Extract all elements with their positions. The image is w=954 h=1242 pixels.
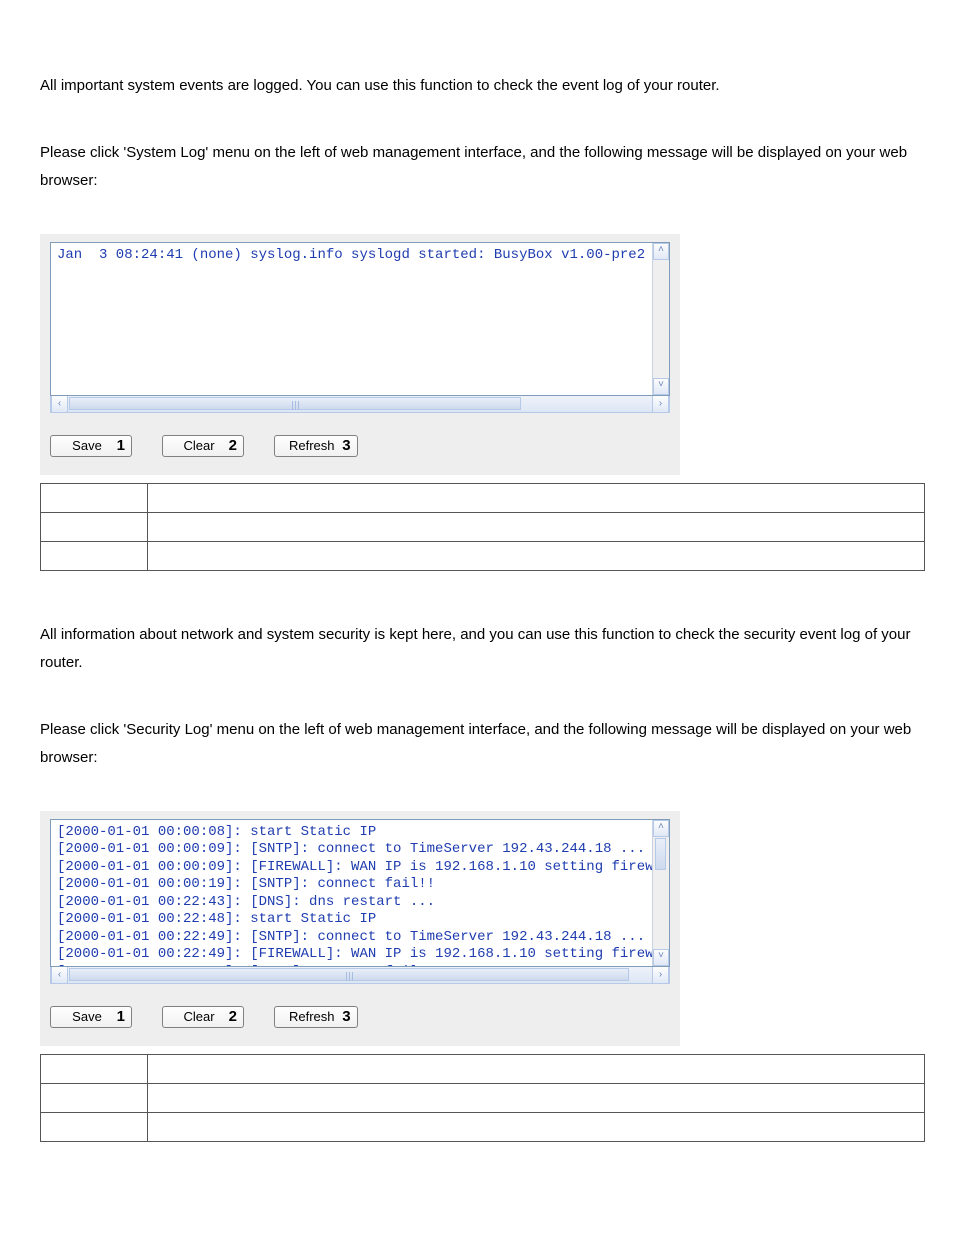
save-button[interactable]: Save 1 bbox=[50, 1006, 132, 1028]
scroll-right-icon[interactable]: › bbox=[652, 396, 669, 412]
horizontal-scrollbar[interactable]: ‹ › bbox=[50, 967, 670, 984]
scroll-left-icon[interactable]: ‹ bbox=[51, 967, 68, 983]
save-button-badge: 1 bbox=[117, 1007, 125, 1027]
clear-button-badge: 2 bbox=[229, 436, 237, 456]
refresh-button[interactable]: Refresh 3 bbox=[274, 1006, 358, 1028]
table-row bbox=[41, 483, 925, 512]
refresh-button-badge: 3 bbox=[342, 1007, 350, 1027]
security-log-intro: All information about network and system… bbox=[40, 621, 924, 678]
security-log-text[interactable]: [2000-01-01 00:00:08]: start Static IP [… bbox=[51, 820, 669, 966]
system-log-text[interactable]: Jan 3 08:24:41 (none) syslog.info syslog… bbox=[51, 243, 669, 395]
horizontal-scrollbar[interactable]: ‹ › bbox=[50, 396, 670, 413]
vertical-scrollbar[interactable]: ˄ ˅ bbox=[652, 243, 669, 395]
table-row bbox=[41, 1112, 925, 1141]
clear-button[interactable]: Clear 2 bbox=[162, 1006, 244, 1028]
table-row bbox=[41, 1054, 925, 1083]
scroll-right-icon[interactable]: › bbox=[652, 967, 669, 983]
system-log-instructions: Please click 'System Log' menu on the le… bbox=[40, 139, 924, 196]
vertical-scrollbar[interactable]: ˄ ˅ bbox=[652, 820, 669, 966]
scroll-left-icon[interactable]: ‹ bbox=[51, 396, 68, 412]
clear-button[interactable]: Clear 2 bbox=[162, 435, 244, 457]
refresh-button[interactable]: Refresh 3 bbox=[274, 435, 358, 457]
table-row bbox=[41, 541, 925, 570]
system-log-desc-table bbox=[40, 483, 925, 571]
horizontal-scroll-thumb[interactable] bbox=[69, 968, 629, 981]
scroll-up-icon[interactable]: ˄ bbox=[653, 243, 669, 260]
clear-button-label: Clear bbox=[183, 1009, 214, 1024]
save-button[interactable]: Save 1 bbox=[50, 435, 132, 457]
vertical-scroll-thumb[interactable] bbox=[655, 838, 666, 870]
refresh-button-label: Refresh bbox=[289, 438, 335, 453]
save-button-label: Save bbox=[72, 1009, 102, 1024]
system-log-panel: Jan 3 08:24:41 (none) syslog.info syslog… bbox=[40, 234, 680, 475]
table-row bbox=[41, 512, 925, 541]
scroll-up-icon[interactable]: ˄ bbox=[653, 820, 669, 837]
security-log-instructions: Please click 'Security Log' menu on the … bbox=[40, 716, 924, 773]
clear-button-label: Clear bbox=[183, 438, 214, 453]
save-button-badge: 1 bbox=[117, 436, 125, 456]
system-log-box: Jan 3 08:24:41 (none) syslog.info syslog… bbox=[50, 242, 670, 396]
scroll-down-icon[interactable]: ˅ bbox=[653, 949, 669, 966]
security-log-box: [2000-01-01 00:00:08]: start Static IP [… bbox=[50, 819, 670, 967]
table-row bbox=[41, 1083, 925, 1112]
security-log-desc-table bbox=[40, 1054, 925, 1142]
clear-button-badge: 2 bbox=[229, 1007, 237, 1027]
save-button-label: Save bbox=[72, 438, 102, 453]
refresh-button-badge: 3 bbox=[342, 436, 350, 456]
horizontal-scroll-thumb[interactable] bbox=[69, 397, 521, 410]
scroll-down-icon[interactable]: ˅ bbox=[653, 378, 669, 395]
refresh-button-label: Refresh bbox=[289, 1009, 335, 1024]
system-log-intro: All important system events are logged. … bbox=[40, 72, 924, 101]
security-log-panel: [2000-01-01 00:00:08]: start Static IP [… bbox=[40, 811, 680, 1046]
